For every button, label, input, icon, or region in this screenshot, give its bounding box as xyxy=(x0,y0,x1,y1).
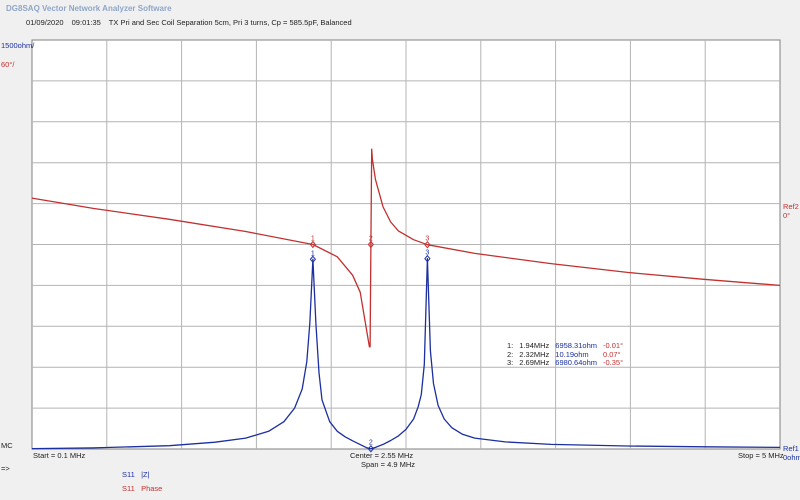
legend-trace: Phase xyxy=(141,484,163,493)
legend-trace: |Z| xyxy=(141,470,150,479)
marker-readout-table: 1: 1.94MHz 6958.31ohm -0.01° 2: 2.32MHz … xyxy=(504,341,626,368)
y-scale-magnitude-label: 1500ohm/ xyxy=(1,41,35,50)
marker-phase-label: 3 xyxy=(425,236,429,243)
ref2-value: 0° xyxy=(783,211,791,220)
marker-id: 3: xyxy=(507,358,514,367)
y-scale-phase-label: 60°/ xyxy=(1,60,15,69)
marker-magnitude-label: 2 xyxy=(369,440,373,447)
marker-phase: -0.35° xyxy=(602,358,624,367)
stop-frequency: Stop = 5 MHz xyxy=(738,451,784,460)
ref1-label: Ref1 xyxy=(783,444,799,453)
legend-item-phase[interactable]: S11 Phase xyxy=(122,484,162,493)
start-frequency: Start = 0.1 MHz xyxy=(33,451,86,460)
legend-item-magnitude[interactable]: S11 |Z| xyxy=(122,470,150,479)
ref2-label: Ref2 xyxy=(783,202,799,211)
marker-freq: 2.69MHz xyxy=(519,358,550,367)
span-frequency: Span = 4.9 MHz xyxy=(361,460,415,469)
vna-plot[interactable]: 1 1 2 2 3 3 xyxy=(0,0,800,500)
marker-phase-label: 1 xyxy=(311,236,315,243)
legend-param: S11 xyxy=(122,470,135,479)
ref1-value: 0ohm xyxy=(783,453,800,462)
marker-magnitude-label: 3 xyxy=(425,250,429,257)
legend-param: S11 xyxy=(122,484,135,493)
marker-readout-row: 3: 2.69MHz 6980.64ohm -0.35° xyxy=(504,358,626,368)
marker-magnitude: 6980.64ohm xyxy=(555,358,597,367)
footer-arrow: => xyxy=(1,464,10,473)
center-frequency: Center = 2.55 MHz xyxy=(350,451,414,460)
marker-phase-label: 2 xyxy=(369,235,373,242)
marker-magnitude-label: 1 xyxy=(311,250,315,257)
y-bottom-label: MC xyxy=(1,441,13,450)
